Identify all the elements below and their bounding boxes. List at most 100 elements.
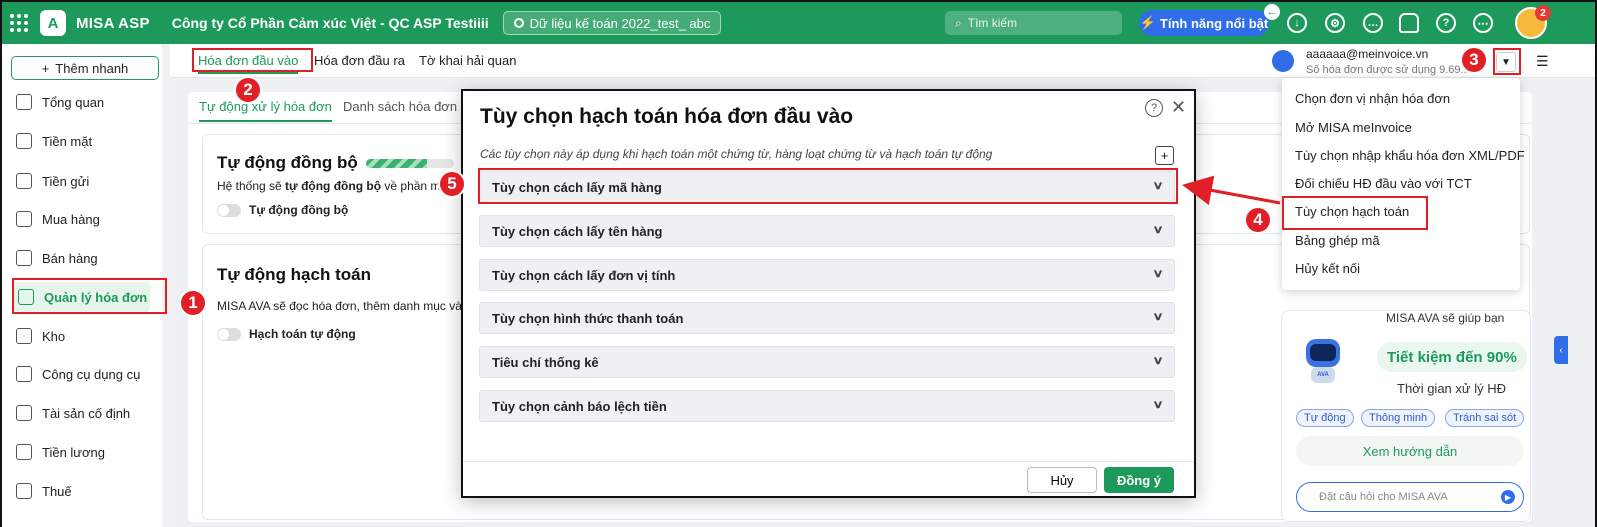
tab-invoice-list[interactable]: Danh sách hóa đơn [343, 99, 457, 114]
section-amount-mismatch-warning[interactable]: Tùy chọn cảnh báo lệch tiền ∨ [479, 390, 1175, 422]
ava-question-input[interactable]: Đặt câu hỏi cho MISA AVA ▶ [1296, 482, 1524, 512]
bell-icon[interactable] [1399, 13, 1419, 33]
chat-icon[interactable]: … [1363, 13, 1383, 33]
step-badge-4: 4 [1244, 206, 1272, 234]
plus-icon: + [41, 60, 50, 76]
step-badge-1: 1 [179, 289, 207, 317]
ava-robot-label: AVA [1311, 367, 1335, 383]
section-label: Tùy chọn cách lấy đơn vị tính [492, 267, 676, 283]
agree-button[interactable]: Đồng ý [1104, 467, 1174, 493]
section-label: Tùy chọn cách lấy mã hàng [492, 179, 662, 195]
tab-customs-declaration[interactable]: Tờ khai hải quan [419, 53, 516, 68]
ava-chip-avoid-errors: Tránh sai sót [1445, 409, 1525, 427]
auto-sync-title-text: Tự động đồng bộ [217, 153, 358, 172]
section-statistics-criteria[interactable]: Tiêu chí thống kê ∨ [479, 346, 1175, 378]
ava-input-placeholder: Đặt câu hỏi cho MISA AVA [1319, 491, 1448, 503]
menu-item-select-receiver[interactable]: Chọn đơn vị nhận hóa đơn [1295, 91, 1450, 106]
auto-sync-toggle[interactable] [217, 203, 241, 217]
dashboard-icon [16, 94, 32, 110]
company-name[interactable]: Công ty Cổ Phần Cảm xúc Việt - QC ASP Te… [172, 15, 489, 31]
tax-icon [16, 483, 32, 499]
sidebar-item-label: Bán hàng [42, 250, 98, 266]
payroll-icon [16, 444, 32, 460]
sidebar-item-warehouse[interactable]: Kho [16, 321, 152, 351]
tab-auto-processing[interactable]: Tự động xử lý hóa đơn [199, 99, 332, 122]
cancel-button[interactable]: Hủy [1027, 467, 1097, 493]
meinvoice-logo-icon [1272, 50, 1294, 72]
chevron-left-icon: ‹ [1559, 344, 1563, 356]
auto-sync-text: Hệ thống sẽ tự động đồng bộ về phần m [217, 179, 440, 193]
auto-accounting-toggle-label: Hạch toán tự động [249, 327, 356, 341]
section-label: Tiêu chí thống kê [492, 354, 599, 370]
section-label: Tùy chọn cảnh báo lệch tiền [492, 398, 667, 414]
sidebar-item-sales[interactable]: Bán hàng [16, 243, 152, 273]
menu-item-accounting-options[interactable]: Tùy chọn hạch toán [1295, 204, 1409, 219]
auto-accounting-title: Tự động hạch toán [217, 265, 371, 284]
tab-output-invoices[interactable]: Hóa đơn đầu ra [314, 53, 405, 68]
auto-sync-text-suffix: về phần m [381, 179, 441, 193]
sidebar-item-bank[interactable]: Tiền gửi [16, 166, 152, 196]
section-item-name-option[interactable]: Tùy chọn cách lấy tên hàng ∨ [479, 215, 1175, 247]
gear-icon[interactable]: ⚙ [1325, 13, 1345, 33]
more-icon[interactable]: ⋯ [1473, 13, 1493, 33]
sidebar-scrollbar[interactable] [162, 44, 170, 527]
sidebar-item-label: Tiền gửi [42, 173, 90, 189]
back-arrow-icon[interactable]: ← [1264, 4, 1280, 20]
side-panel-toggle[interactable]: ‹ [1554, 336, 1568, 364]
sidebar-item-label: Thuế [42, 483, 72, 499]
warehouse-icon [16, 328, 32, 344]
sidebar-item-label: Tiền mặt [42, 133, 93, 149]
sidebar-item-tools[interactable]: Công cụ dụng cụ [16, 359, 152, 389]
sidebar-item-label: Mua hàng [42, 211, 100, 227]
help-icon[interactable]: ? [1436, 13, 1456, 33]
sidebar-item-overview[interactable]: Tổng quan [16, 87, 152, 117]
meinvoice-account[interactable]: aaaaaa@meinvoice.vn Số hóa đơn được sử d… [1272, 46, 1470, 76]
menu-item-import-options[interactable]: Tùy chọn nhập khẩu hóa đơn XML/PDF [1295, 148, 1525, 163]
sidebar-item-fixed-assets[interactable]: Tài sản cố định [16, 398, 152, 428]
notification-badge: 2 [1535, 5, 1551, 21]
misa-logo: A [40, 10, 66, 36]
database-selector[interactable]: Dữ liệu kế toán 2022_test_ abc [502, 11, 722, 35]
top-bar: A MISA ASP Công ty Cổ Phần Cảm xúc Việt … [2, 2, 1595, 44]
invoice-usage: Số hóa đơn được sử dụng 9.69... [1306, 64, 1470, 76]
lightning-icon: ⚡ [1139, 15, 1156, 30]
auto-accounting-toggle[interactable] [217, 327, 241, 341]
download-icon[interactable]: ↓ [1287, 13, 1307, 33]
view-guide-button[interactable]: Xem hướng dẫn [1296, 436, 1524, 466]
sidebar-item-label: Tiền lương [42, 444, 105, 460]
shopping-bag-icon [16, 211, 32, 227]
invoice-icon [18, 289, 34, 305]
auto-sync-title: Tự động đồng bộ [217, 153, 454, 173]
app-grid-icon[interactable] [2, 2, 36, 44]
featured-features-button[interactable]: ⚡ Tính năng nổi bật [1139, 10, 1269, 36]
tab-input-invoices[interactable]: Hóa đơn đầu vào [198, 53, 299, 74]
sidebar-item-purchase[interactable]: Mua hàng [16, 204, 152, 234]
sidebar-item-payroll[interactable]: Tiền lương [16, 437, 152, 467]
chevron-down-icon: ∨ [1152, 268, 1164, 280]
account-menu-chevron-button[interactable]: ▼ [1496, 52, 1516, 72]
user-avatar[interactable]: 2 [1515, 5, 1551, 39]
search-input[interactable]: ⌕ Tìm kiếm [945, 11, 1122, 35]
sidebar-item-cash[interactable]: Tiền mặt [16, 126, 152, 156]
menu-item-disconnect[interactable]: Hủy kết nối [1295, 261, 1360, 276]
send-icon[interactable]: ▶ [1501, 490, 1515, 504]
quick-add-button[interactable]: + Thêm nhanh [11, 56, 159, 80]
menu-item-reconcile[interactable]: Đối chiếu HĐ đầu vào với TCT [1295, 176, 1472, 191]
expand-all-icon[interactable]: + [1155, 146, 1174, 165]
section-unit-option[interactable]: Tùy chọn cách lấy đơn vị tính ∨ [479, 259, 1175, 291]
step-badge-3: 3 [1460, 46, 1488, 74]
section-item-code-option[interactable]: Tùy chọn cách lấy mã hàng ∨ [479, 171, 1175, 203]
help-icon[interactable]: ? [1145, 99, 1163, 117]
sidebar-item-tax[interactable]: Thuế [16, 476, 152, 506]
sync-progress-fill [365, 159, 428, 169]
menu-item-code-mapping[interactable]: Bảng ghép mã [1295, 233, 1380, 248]
section-payment-option[interactable]: Tùy chọn hình thức thanh toán ∨ [479, 302, 1175, 334]
sidebar-item-invoice-management[interactable]: Quản lý hóa đơn [14, 282, 150, 312]
menu-item-open-meinvoice[interactable]: Mở MISA meInvoice [1295, 120, 1412, 135]
cash-icon [16, 133, 32, 149]
close-icon[interactable]: ✕ [1171, 97, 1186, 118]
settings-filter-icon[interactable]: ☰ [1536, 53, 1554, 69]
tools-icon [16, 366, 32, 382]
sidebar-item-label: Công cụ dụng cụ [42, 366, 141, 382]
auto-sync-toggle-label: Tự động đồng bộ [249, 203, 349, 217]
